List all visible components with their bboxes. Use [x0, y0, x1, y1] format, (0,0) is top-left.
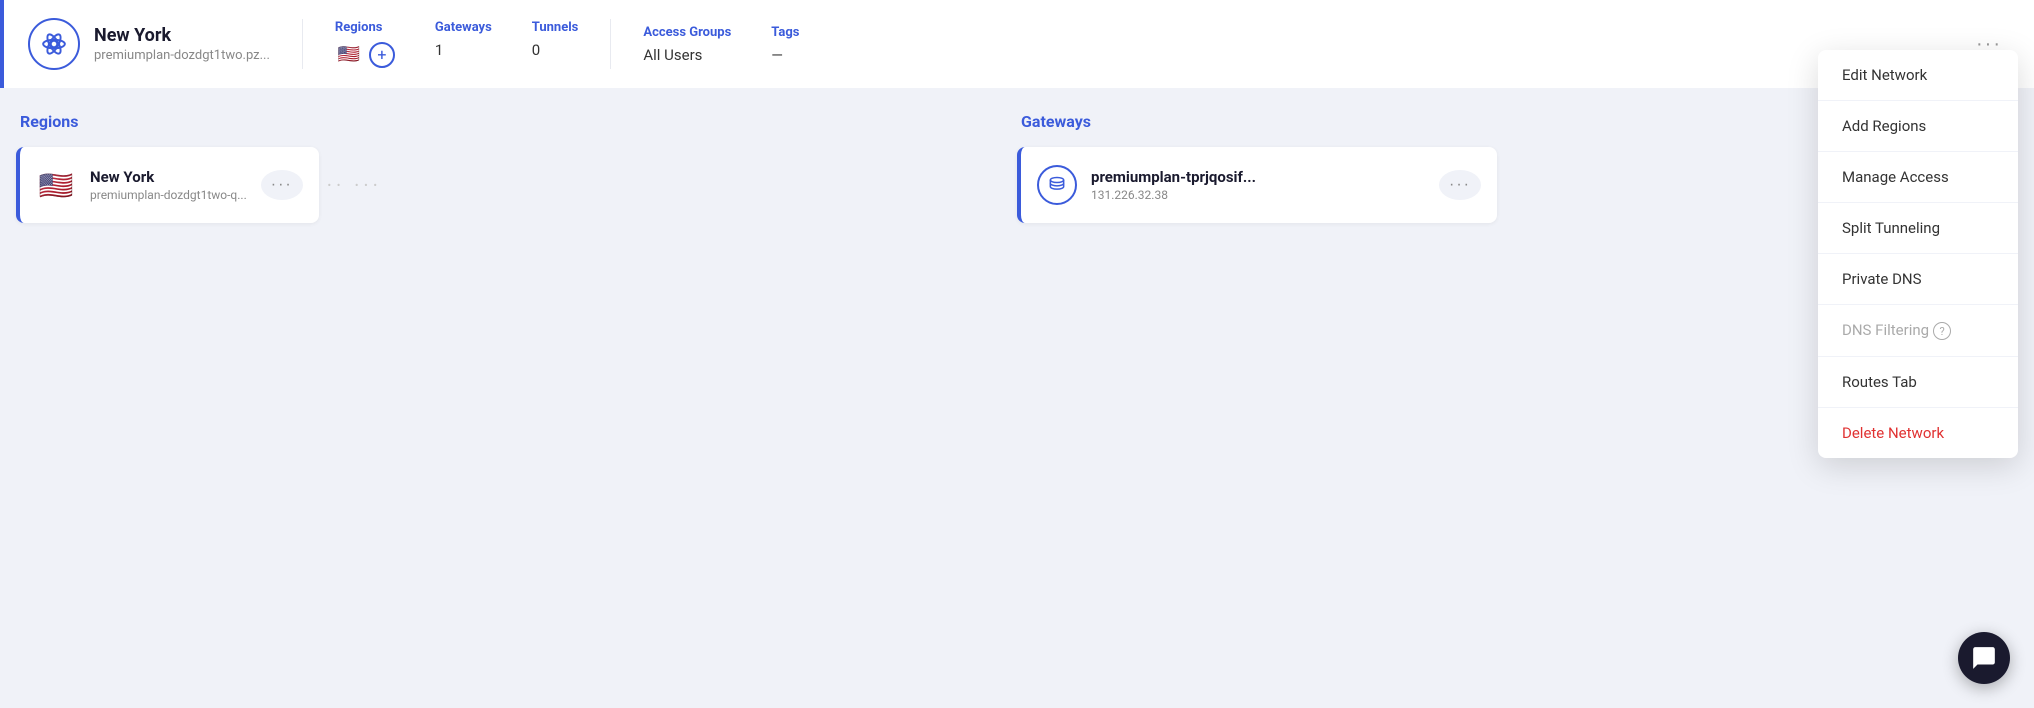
gateway-info: premiumplan-tprjqosif... 131.226.32.38 — [1091, 168, 1425, 202]
gateways-value: 1 — [435, 41, 492, 59]
network-identity: New York premiumplan-dozdgt1two.pz... — [28, 18, 270, 70]
stat-access-groups: Access Groups All Users — [643, 25, 731, 64]
help-icon[interactable]: ? — [1933, 322, 1951, 340]
dropdown-item-private-dns[interactable]: Private DNS — [1818, 254, 2018, 305]
gateway-ip: 131.226.32.38 — [1091, 188, 1425, 202]
gateway-name: premiumplan-tprjqosif... — [1091, 168, 1425, 186]
region-menu-btn[interactable]: ··· — [261, 170, 303, 200]
region-name: New York — [90, 168, 247, 186]
dropdown-item-split-tunneling[interactable]: Split Tunneling — [1818, 203, 2018, 254]
access-groups-label: Access Groups — [643, 25, 731, 40]
header-divider — [302, 19, 303, 69]
region-card: 🇺🇸 New York premiumplan-dozdgt1two-q... … — [16, 147, 319, 223]
sections-container: Regions 🇺🇸 New York premiumplan-dozdgt1t… — [0, 88, 2034, 223]
regions-label: Regions — [335, 20, 395, 35]
dropdown-item-add-regions[interactable]: Add Regions — [1818, 101, 2018, 152]
stat-tags: Tags — — [771, 25, 799, 64]
chat-button[interactable] — [1958, 632, 2010, 684]
dropdown-item-delete-network[interactable]: Delete Network — [1818, 408, 2018, 458]
network-name: New York — [94, 25, 270, 46]
header-divider-2 — [610, 19, 611, 69]
dots-connector: ·· ··· — [319, 173, 390, 197]
tunnels-label: Tunnels — [532, 20, 579, 35]
gateway-icon — [1037, 165, 1077, 205]
dropdown-menu: Edit NetworkAdd RegionsManage AccessSpli… — [1818, 50, 2018, 458]
stat-group-2: Access Groups All Users Tags — — [643, 25, 799, 64]
network-header: New York premiumplan-dozdgt1two.pz... Re… — [0, 0, 2034, 88]
stat-gateways: Gateways 1 — [435, 20, 492, 59]
network-name-group: New York premiumplan-dozdgt1two.pz... — [94, 25, 270, 63]
stat-group: Regions 🇺🇸 + Gateways 1 Tunnels 0 — [335, 20, 578, 69]
region-subtitle: premiumplan-dozdgt1two-q... — [90, 188, 247, 202]
tunnels-value: 0 — [532, 41, 579, 59]
us-flag: 🇺🇸 — [335, 41, 363, 69]
tags-label: Tags — [771, 25, 799, 40]
stat-regions: Regions 🇺🇸 + — [335, 20, 395, 69]
access-groups-value: All Users — [643, 46, 731, 64]
regions-section: Regions 🇺🇸 New York premiumplan-dozdgt1t… — [16, 112, 1017, 223]
gateway-menu-btn[interactable]: ··· — [1439, 170, 1481, 200]
gateways-label: Gateways — [435, 20, 492, 35]
region-flag: 🇺🇸 — [36, 165, 76, 205]
dropdown-item-manage-access[interactable]: Manage Access — [1818, 152, 2018, 203]
gateway-card: premiumplan-tprjqosif... 131.226.32.38 ·… — [1017, 147, 1497, 223]
network-subtitle: premiumplan-dozdgt1two.pz... — [94, 48, 270, 63]
regions-cards-row: 🇺🇸 New York premiumplan-dozdgt1two-q... … — [16, 147, 1017, 223]
add-region-btn[interactable]: + — [369, 42, 395, 68]
tags-value: — — [771, 46, 799, 64]
regions-display: 🇺🇸 + — [335, 41, 395, 69]
stat-tunnels: Tunnels 0 — [532, 20, 579, 59]
dropdown-item-dns-filtering: DNS Filtering? — [1818, 305, 2018, 357]
network-icon — [28, 18, 80, 70]
dropdown-item-edit-network[interactable]: Edit Network — [1818, 50, 2018, 101]
region-info: New York premiumplan-dozdgt1two-q... — [90, 168, 247, 202]
regions-title: Regions — [16, 112, 1017, 131]
dropdown-item-routes-table[interactable]: Routes Tab — [1818, 357, 2018, 408]
